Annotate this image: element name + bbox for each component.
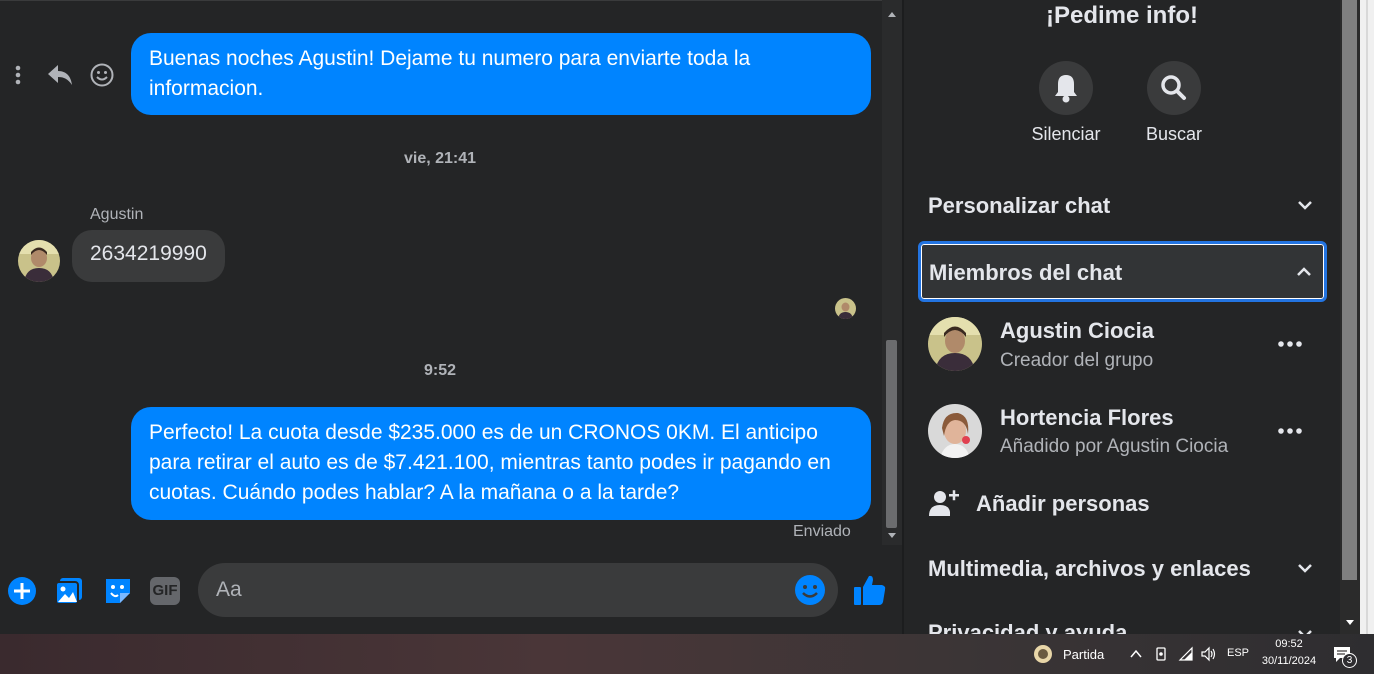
member-name[interactable]: Agustin Ciocia	[1000, 318, 1154, 344]
section-chat-members[interactable]: Miembros del chat	[918, 241, 1327, 302]
reply-icon[interactable]	[46, 62, 74, 88]
weather-icon	[1034, 645, 1052, 663]
weather-widget[interactable]	[1032, 643, 1054, 665]
wifi-icon[interactable]	[1178, 646, 1194, 662]
react-emoji-icon[interactable]	[89, 62, 115, 88]
search-icon	[1161, 75, 1186, 100]
language-indicator[interactable]: ESP	[1224, 647, 1252, 659]
gif-icon[interactable]: GIF	[150, 577, 180, 605]
clock-date[interactable]: 30/11/2024	[1256, 655, 1322, 667]
add-people-button[interactable]: Añadir personas	[918, 478, 1327, 530]
section-customize-chat[interactable]: Personalizar chat	[918, 177, 1327, 235]
scroll-down-arrow-icon[interactable]	[888, 533, 896, 538]
more-options-icon[interactable]	[1276, 336, 1304, 352]
section-label: Personalizar chat	[928, 193, 1111, 218]
chat-scrollbar[interactable]	[882, 0, 902, 545]
device-icon[interactable]	[1153, 646, 1169, 662]
chevron-up-icon	[1297, 267, 1311, 276]
chat-info-sidebar: ¡Pedime info! Silenciar Buscar Personali…	[904, 0, 1340, 634]
chevron-up-icon[interactable]	[1128, 647, 1144, 661]
bell-icon	[1055, 75, 1077, 103]
photo-gallery-icon[interactable]	[54, 575, 86, 607]
member-avatar[interactable]	[928, 317, 982, 371]
scroll-down-arrow-icon[interactable]	[1346, 620, 1354, 625]
search-label: Buscar	[1145, 124, 1203, 144]
read-receipt-avatar	[835, 298, 856, 319]
section-label: Miembros del chat	[929, 260, 1123, 285]
more-options-icon[interactable]	[12, 64, 24, 86]
add-icon[interactable]	[6, 575, 38, 607]
sidebar-scrollbar[interactable]	[1340, 0, 1360, 634]
group-title: ¡Pedime info!	[1045, 2, 1198, 29]
section-privacy-help[interactable]: Privacidad y ayuda	[918, 604, 1327, 634]
avatar-agustin[interactable]	[18, 240, 60, 282]
notifications-button[interactable]: 3	[1332, 643, 1358, 669]
mute-label: Silenciar	[1031, 124, 1101, 144]
scroll-up-arrow-icon[interactable]	[888, 12, 896, 17]
mute-button[interactable]	[1039, 61, 1093, 115]
chevron-down-icon	[1298, 201, 1312, 210]
chevron-down-icon	[1298, 564, 1312, 573]
sticker-icon[interactable]	[102, 575, 134, 607]
chat-panel: Buenas noches Agustin! Dejame tu numero …	[0, 0, 886, 634]
message-bubble-incoming[interactable]: 2634219990	[72, 230, 225, 282]
avatar-photo-icon	[928, 404, 982, 458]
search-button[interactable]	[1147, 61, 1201, 115]
avatar-photo-icon	[835, 298, 856, 319]
volume-icon[interactable]	[1200, 646, 1218, 662]
emoji-icon[interactable]	[794, 574, 826, 606]
member-name[interactable]: Hortencia Flores	[1000, 405, 1174, 431]
message-bubble-outgoing[interactable]: Buenas noches Agustin! Dejame tu numero …	[131, 33, 871, 115]
section-label: Multimedia, archivos y enlaces	[928, 556, 1251, 581]
message-input[interactable]	[198, 563, 838, 617]
message-bubble-outgoing[interactable]: Perfecto! La cuota desde $235.000 es de …	[131, 407, 871, 520]
section-media-files-links[interactable]: Multimedia, archivos y enlaces	[918, 540, 1327, 598]
thumbs-up-icon[interactable]	[852, 573, 888, 607]
timestamp: 9:52	[423, 362, 457, 379]
message-status: Enviado	[793, 523, 851, 540]
member-added-by: Añadido por Agustin Ciocia	[1000, 436, 1229, 457]
avatar-photo-icon	[18, 240, 60, 282]
member-role: Creador del grupo	[1000, 350, 1154, 371]
windows-taskbar: Partida ESP 09:52 30/11/2024 3	[0, 634, 1374, 674]
add-people-label: Añadir personas	[976, 491, 1150, 516]
sender-name: Agustin	[90, 206, 144, 223]
scrollbar-thumb[interactable]	[1342, 0, 1357, 580]
chevron-down-icon	[1298, 630, 1312, 634]
member-avatar[interactable]	[928, 404, 982, 458]
scrollbar-thumb[interactable]	[886, 340, 897, 528]
weather-label[interactable]: Partida	[1063, 647, 1104, 662]
notification-count-badge: 3	[1342, 653, 1357, 668]
timestamp: vie, 21:41	[403, 150, 477, 167]
window-edge	[1360, 0, 1374, 634]
section-label: Privacidad y ayuda	[928, 620, 1128, 634]
clock-time[interactable]: 09:52	[1258, 638, 1320, 650]
add-person-icon	[929, 490, 959, 516]
avatar-photo-icon	[928, 317, 982, 371]
more-options-icon[interactable]	[1276, 423, 1304, 439]
